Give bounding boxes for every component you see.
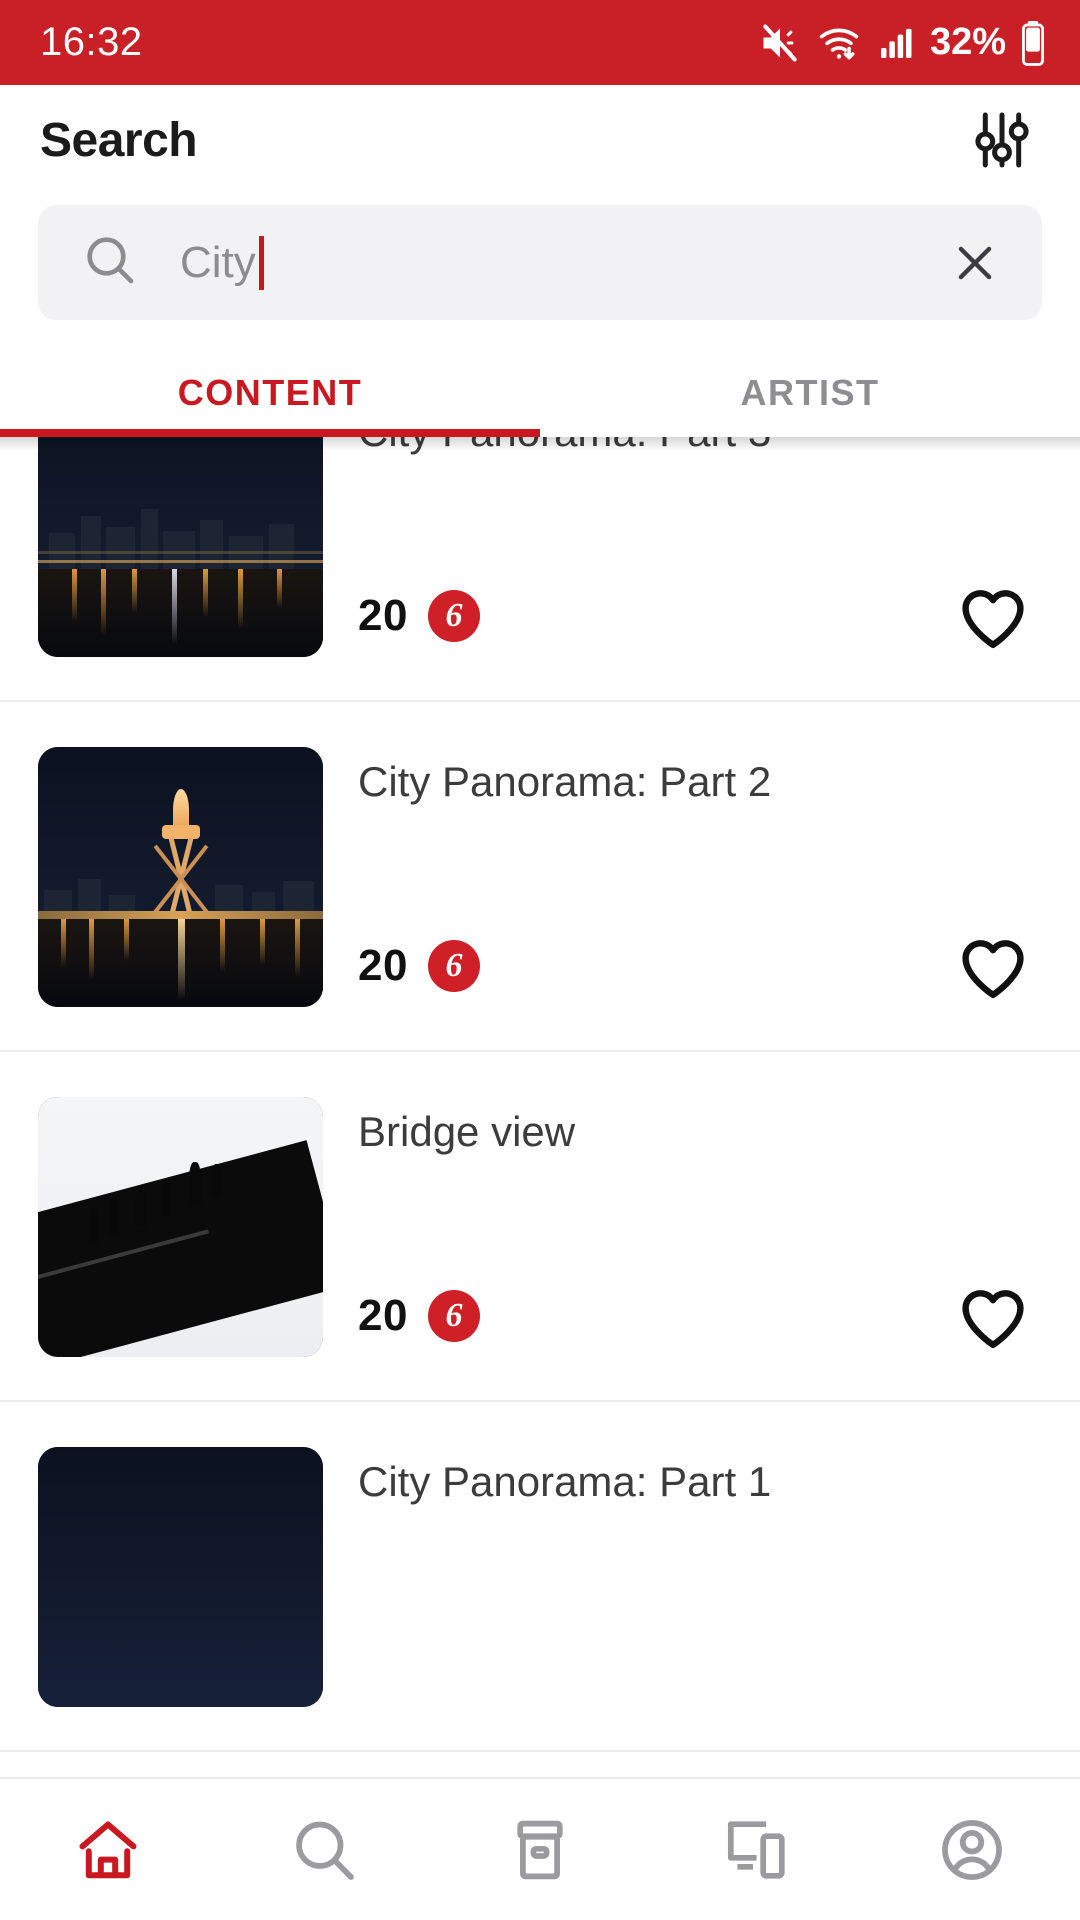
result-title: City Panorama: Part 2 bbox=[358, 758, 772, 805]
tab-content[interactable]: CONTENT bbox=[0, 345, 540, 440]
tab-artist[interactable]: ARTIST bbox=[540, 345, 1080, 440]
cellular-signal-icon bbox=[876, 22, 916, 64]
currency-coin-icon: 6 bbox=[427, 1290, 480, 1342]
price-amount: 20 bbox=[358, 1291, 408, 1340]
currency-coin-icon: 6 bbox=[427, 590, 480, 642]
search-input-value[interactable]: City bbox=[180, 235, 264, 290]
search-tabs: CONTENT ARTIST bbox=[0, 345, 1080, 440]
search-query-text: City bbox=[180, 237, 256, 287]
favorite-heart-icon[interactable] bbox=[958, 1285, 1028, 1356]
close-icon[interactable] bbox=[944, 232, 1006, 294]
app-screen: 16:32 32% Search City CONTENT ARTIST 20 … bbox=[0, 0, 1080, 1920]
table-row[interactable]: City Panorama: Part 3 20 6 bbox=[0, 437, 1080, 702]
search-icon bbox=[82, 232, 138, 293]
currency-coin-icon: 6 bbox=[427, 940, 480, 992]
favorite-heart-icon[interactable] bbox=[958, 585, 1028, 656]
filter-sliders-icon[interactable] bbox=[960, 98, 1044, 182]
search-input[interactable]: City bbox=[38, 205, 1042, 320]
result-title: Bridge view bbox=[358, 1108, 576, 1155]
thumbnail-image[interactable] bbox=[38, 437, 323, 657]
thumbnail-image[interactable] bbox=[38, 1447, 323, 1707]
result-title: City Panorama: Part 1 bbox=[358, 1458, 772, 1505]
mute-icon bbox=[758, 21, 802, 65]
price-badge: 20 6 bbox=[358, 590, 480, 642]
table-row[interactable]: City Panorama: Part 2 20 6 bbox=[0, 702, 1080, 1052]
price-amount: 20 bbox=[358, 591, 408, 640]
favorite-heart-icon[interactable] bbox=[958, 935, 1028, 1006]
battery-icon bbox=[1020, 20, 1046, 66]
page-title: Search bbox=[40, 113, 198, 167]
table-row[interactable]: City Panorama: Part 1 bbox=[0, 1402, 1080, 1752]
nav-search[interactable] bbox=[216, 1778, 432, 1920]
tab-active-indicator bbox=[0, 429, 540, 437]
price-badge: 20 6 bbox=[358, 1290, 480, 1342]
wifi-icon bbox=[816, 21, 862, 65]
result-title: City Panorama: Part 3 bbox=[358, 437, 1020, 456]
nav-library[interactable] bbox=[432, 1778, 648, 1920]
price-amount: 20 bbox=[358, 941, 408, 990]
search-field-container: City bbox=[0, 205, 1080, 345]
search-results-list[interactable]: City Panorama: Part 3 20 6 bbox=[0, 437, 1080, 1777]
table-row[interactable]: Bridge view 20 6 bbox=[0, 1052, 1080, 1402]
nav-home[interactable] bbox=[0, 1778, 216, 1920]
status-time: 16:32 bbox=[40, 20, 143, 64]
status-icons: 32% bbox=[758, 20, 1046, 66]
battery-percent-label: 32% bbox=[929, 21, 1006, 63]
thumbnail-image[interactable] bbox=[38, 747, 323, 1007]
price-badge: 20 6 bbox=[358, 940, 480, 992]
status-bar: 16:32 32% bbox=[0, 0, 1080, 85]
nav-devices[interactable] bbox=[648, 1778, 864, 1920]
thumbnail-image[interactable] bbox=[38, 1097, 323, 1357]
bottom-navigation bbox=[0, 1777, 1080, 1920]
text-cursor bbox=[258, 235, 264, 290]
app-bar: Search bbox=[0, 85, 1080, 195]
nav-profile[interactable] bbox=[864, 1778, 1080, 1920]
